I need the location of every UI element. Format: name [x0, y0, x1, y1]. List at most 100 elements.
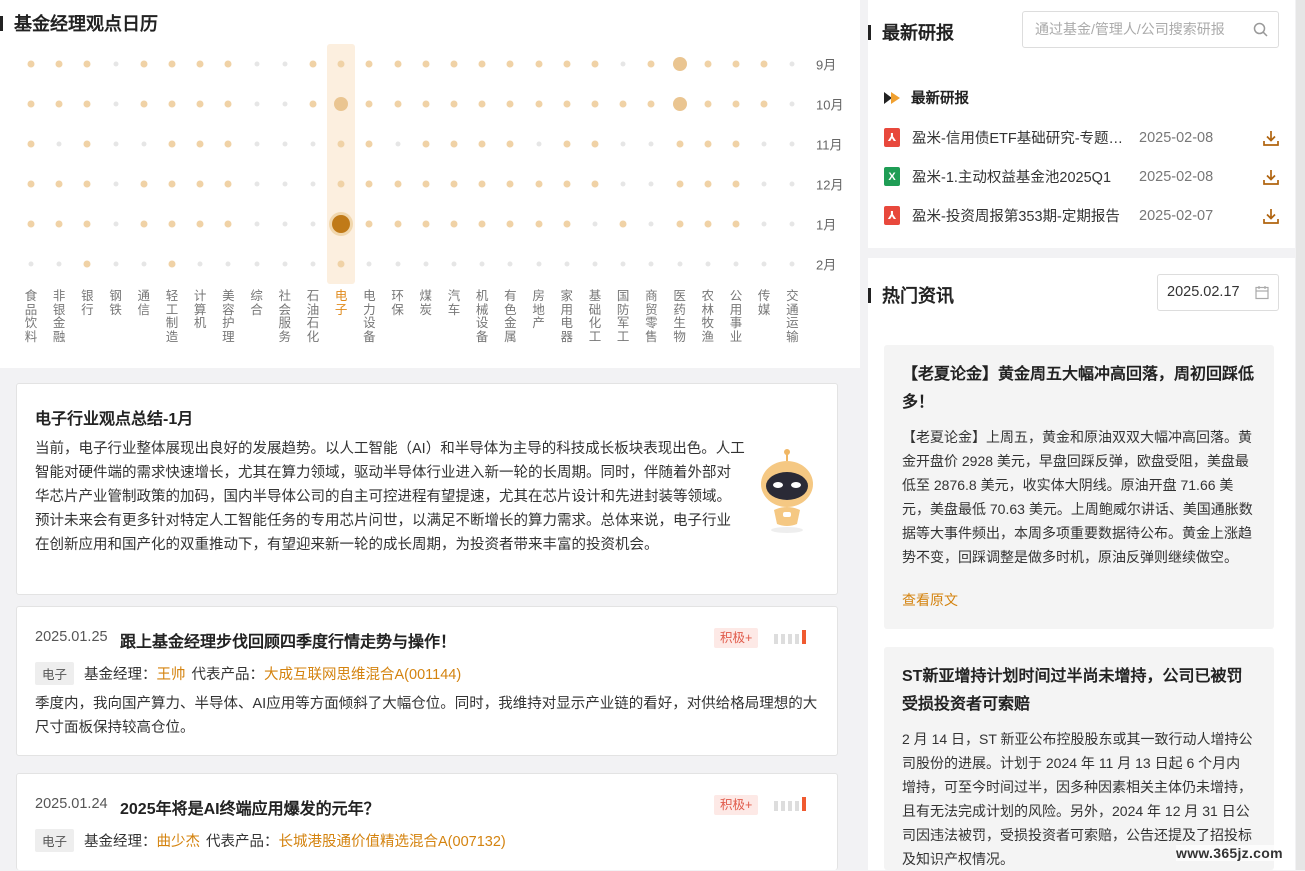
viewpoint-dot[interactable]: [394, 220, 402, 228]
viewpoint-dot[interactable]: [224, 220, 232, 228]
viewpoint-dot[interactable]: [394, 100, 402, 108]
viewpoint-dot[interactable]: [113, 261, 119, 267]
viewpoint-dot[interactable]: [168, 100, 176, 108]
post-title[interactable]: 2025年将是AI终端应用爆发的元年？: [120, 795, 380, 819]
viewpoint-dot[interactable]: [282, 181, 288, 187]
viewpoint-dot[interactable]: [648, 261, 654, 267]
viewpoint-dot[interactable]: [224, 100, 232, 108]
viewpoint-dot[interactable]: [789, 221, 795, 227]
news-headline[interactable]: 【老夏论金】黄金周五大幅冲高回落，周初回踩低多！: [902, 361, 1254, 417]
viewpoint-dot[interactable]: [506, 60, 514, 68]
viewpoint-dot[interactable]: [789, 141, 795, 147]
viewpoint-dot[interactable]: [789, 261, 795, 267]
viewpoint-dot[interactable]: [760, 60, 768, 68]
viewpoint-dot[interactable]: [704, 60, 712, 68]
search-icon[interactable]: [1253, 22, 1268, 37]
viewpoint-dot[interactable]: [140, 60, 148, 68]
viewpoint-dot[interactable]: [761, 141, 767, 147]
viewpoint-dot[interactable]: [789, 61, 795, 67]
viewpoint-dot[interactable]: [310, 261, 316, 267]
viewpoint-dot[interactable]: [196, 180, 204, 188]
viewpoint-dot[interactable]: [309, 100, 317, 108]
viewpoint-dot[interactable]: [422, 140, 430, 148]
post-card[interactable]: 2025.01.24 2025年将是AI终端应用爆发的元年？ 积极+ 电子 基金…: [16, 773, 838, 870]
viewpoint-dot[interactable]: [647, 60, 655, 68]
viewpoint-dot[interactable]: [563, 140, 571, 148]
viewpoint-dot[interactable]: [506, 140, 514, 148]
manager-name[interactable]: 王帅: [157, 663, 186, 684]
viewpoint-dot[interactable]: [451, 261, 457, 267]
post-card[interactable]: 2025.01.25 跟上基金经理步伐回顾四季度行情走势与操作！ 积极+ 电子 …: [16, 606, 838, 756]
viewpoint-dot[interactable]: [140, 100, 148, 108]
news-item[interactable]: ST新亚增持计划时间过半尚未增持，公司已被罚受损投资者可索赔 2 月 14 日，…: [884, 647, 1274, 870]
viewpoint-dot[interactable]: [648, 221, 654, 227]
read-more-link[interactable]: 查看原文: [902, 590, 958, 610]
news-item[interactable]: 【老夏论金】黄金周五大幅冲高回落，周初回踩低多！ 【老夏论金】上周五，黄金和原油…: [884, 345, 1274, 629]
viewpoint-dot[interactable]: [394, 60, 402, 68]
product-link[interactable]: 大成互联网思维混合A(001144): [264, 663, 461, 684]
viewpoint-dot[interactable]: [282, 101, 288, 107]
viewpoint-dot[interactable]: [55, 100, 63, 108]
viewpoint-dot[interactable]: [83, 140, 91, 148]
calendar-icon[interactable]: [1255, 285, 1269, 300]
viewpoint-dot[interactable]: [254, 261, 260, 267]
viewpoint-dot[interactable]: [732, 140, 740, 148]
viewpoint-dot[interactable]: [563, 180, 571, 188]
viewpoint-dot[interactable]: [395, 261, 401, 267]
viewpoint-dot[interactable]: [254, 221, 260, 227]
viewpoint-dot[interactable]: [789, 181, 795, 187]
viewpoint-dot[interactable]: [422, 220, 430, 228]
industry-label[interactable]: 汽车: [447, 289, 461, 317]
viewpoint-dot[interactable]: [56, 141, 62, 147]
viewpoint-dot[interactable]: [422, 60, 430, 68]
viewpoint-dot[interactable]: [620, 141, 626, 147]
viewpoint-dot[interactable]: [506, 100, 514, 108]
product-link[interactable]: 长城港股通价值精选混合A(007132): [279, 830, 506, 851]
viewpoint-dot[interactable]: [648, 181, 654, 187]
viewpoint-dot[interactable]: [394, 180, 402, 188]
download-icon[interactable]: [1262, 168, 1280, 186]
viewpoint-dot[interactable]: [760, 100, 768, 108]
viewpoint-dot[interactable]: [332, 215, 351, 233]
viewpoint-dot[interactable]: [591, 180, 599, 188]
industry-label[interactable]: 农林牧渔: [701, 289, 715, 344]
viewpoint-dot[interactable]: [676, 220, 684, 228]
viewpoint-dot[interactable]: [254, 181, 260, 187]
viewpoint-dot[interactable]: [620, 181, 626, 187]
viewpoint-dot[interactable]: [732, 60, 740, 68]
viewpoint-dot[interactable]: [450, 140, 458, 148]
viewpoint-dot[interactable]: [365, 100, 373, 108]
industry-label[interactable]: 交通运输: [785, 289, 799, 344]
viewpoint-dot[interactable]: [27, 60, 35, 68]
download-icon[interactable]: [1262, 207, 1280, 225]
viewpoint-dot[interactable]: [224, 140, 232, 148]
viewpoint-dot[interactable]: [535, 60, 543, 68]
research-search-input[interactable]: 通过基金/管理人/公司搜索研报: [1022, 11, 1279, 48]
industry-label[interactable]: 轻工制造: [165, 289, 179, 344]
viewpoint-dot[interactable]: [423, 261, 429, 267]
viewpoint-dot[interactable]: [113, 221, 119, 227]
download-icon[interactable]: [1262, 129, 1280, 147]
viewpoint-dot[interactable]: [168, 220, 176, 228]
viewpoint-dot[interactable]: [704, 180, 712, 188]
viewpoint-dot[interactable]: [337, 260, 345, 268]
viewpoint-dot[interactable]: [422, 100, 430, 108]
viewpoint-dot[interactable]: [310, 141, 316, 147]
viewpoint-dot[interactable]: [83, 60, 91, 68]
viewpoint-dot[interactable]: [310, 221, 316, 227]
viewpoint-dot[interactable]: [478, 100, 486, 108]
viewpoint-dot[interactable]: [197, 261, 203, 267]
report-item[interactable]: X 盈米-1.主动权益基金池2025Q1 2025-02-08: [884, 166, 1280, 187]
industry-label[interactable]: 传媒: [757, 289, 771, 317]
viewpoint-dot[interactable]: [704, 220, 712, 228]
viewpoint-dot[interactable]: [563, 60, 571, 68]
viewpoint-dot[interactable]: [282, 261, 288, 267]
viewpoint-dot[interactable]: [225, 261, 231, 267]
viewpoint-dot[interactable]: [733, 261, 739, 267]
report-name[interactable]: 盈米-信用债ETF基础研究-专题报告: [912, 127, 1126, 148]
viewpoint-dot[interactable]: [113, 101, 119, 107]
viewpoint-dot[interactable]: [366, 261, 372, 267]
viewpoint-dot[interactable]: [647, 100, 655, 108]
viewpoint-dot[interactable]: [113, 61, 119, 67]
viewpoint-dot[interactable]: [224, 60, 232, 68]
